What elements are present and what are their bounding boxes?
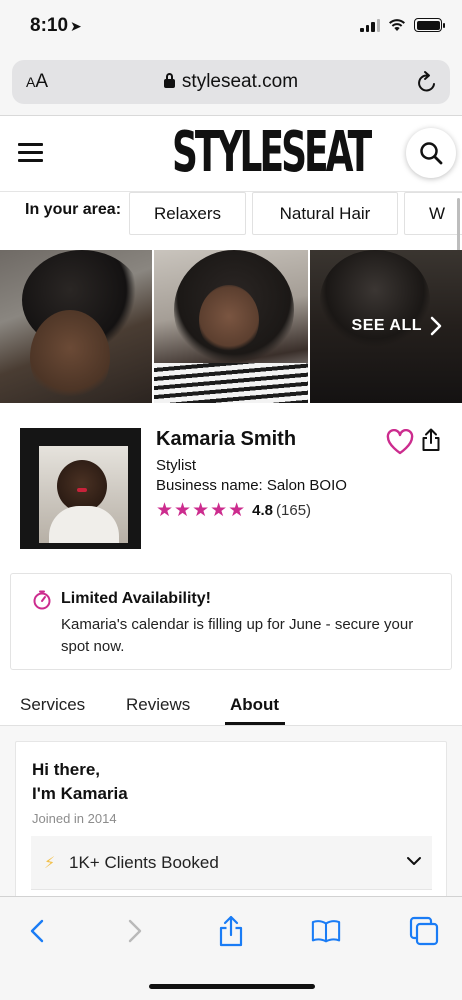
status-time: 8:10 ➤	[30, 15, 82, 37]
book-icon	[311, 920, 341, 943]
share-icon	[219, 915, 243, 947]
share-icon[interactable]	[421, 428, 441, 452]
back-button[interactable]	[22, 915, 52, 947]
clock-text: 8:10	[30, 15, 69, 36]
lock-icon	[163, 73, 175, 88]
gallery-photo-1[interactable]	[0, 250, 153, 403]
availability-message: Kamaria's calendar is filling up for Jun…	[61, 616, 414, 655]
joined-date: Joined in 2014	[32, 811, 117, 826]
url-text: styleseat.com	[181, 71, 299, 92]
tabs-icon	[409, 916, 439, 946]
home-indicator	[149, 984, 315, 989]
photo-gallery[interactable]: SEE ALL	[0, 250, 462, 403]
area-filter-row: In your area: Relaxers Natural Hair W	[0, 192, 462, 250]
share-button[interactable]	[216, 915, 246, 947]
browser-toolbar	[0, 896, 462, 1000]
chevron-down-icon	[407, 857, 421, 865]
battery-icon	[414, 18, 445, 32]
site-header: STYLESEAT	[0, 116, 462, 192]
styleseat-logo[interactable]: STYLESEAT	[172, 104, 372, 203]
forward-chevron-icon	[128, 919, 142, 943]
menu-icon[interactable]	[18, 143, 43, 167]
status-icons	[360, 18, 445, 32]
location-arrow-icon: ➤	[70, 18, 82, 34]
clients-booked-accordion[interactable]: ⚡ 1K+ Clients Booked	[31, 836, 432, 890]
cellular-signal-icon	[360, 18, 380, 32]
reload-icon[interactable]	[416, 70, 438, 94]
clients-booked-label: 1K+ Clients Booked	[69, 853, 219, 872]
availability-banner: Limited Availability! Kamaria's calendar…	[10, 573, 452, 670]
star-rating-icon: ★★★★★	[156, 500, 247, 521]
chip-partial[interactable]: W	[404, 192, 462, 235]
chip-relaxers[interactable]: Relaxers	[129, 192, 246, 235]
review-count: (165)	[276, 502, 312, 519]
bookmarks-button[interactable]	[311, 915, 341, 947]
stylist-name: Kamaria Smith	[156, 428, 297, 450]
lightning-bolt-icon: ⚡	[44, 855, 56, 872]
avatar[interactable]	[20, 428, 141, 549]
area-label: In your area:	[25, 201, 122, 218]
see-all-label: SEE ALL	[351, 317, 422, 334]
back-chevron-icon	[30, 919, 44, 943]
address-bar[interactable]: AA styleseat.com	[12, 60, 450, 104]
stylist-role: Stylist	[156, 457, 197, 474]
tab-services[interactable]: Services	[20, 695, 85, 715]
profile-tabs: Services Reviews About	[0, 670, 462, 726]
active-tab-indicator	[225, 722, 285, 725]
see-all-link[interactable]: SEE ALL	[352, 316, 442, 336]
rating-summary[interactable]: ★★★★★ 4.8 (165)	[156, 499, 311, 522]
chip-natural-hair[interactable]: Natural Hair	[252, 192, 398, 235]
search-button[interactable]	[406, 128, 456, 178]
wifi-icon	[389, 19, 405, 31]
page-scrollbar	[457, 198, 460, 256]
rating-value: 4.8	[252, 502, 274, 519]
greeting-line-1: Hi there,	[32, 760, 101, 779]
stylist-profile: Kamaria Smith Stylist Business name: Sal…	[0, 403, 462, 573]
about-card: Hi there, I'm Kamaria Joined in 2014 ⚡ 1…	[15, 741, 447, 901]
business-name: Business name: Salon BOIO	[156, 477, 347, 494]
chevron-right-icon	[430, 316, 442, 336]
gallery-photo-3[interactable]: SEE ALL	[309, 250, 462, 403]
availability-title: Limited Availability!	[61, 590, 211, 607]
url-display[interactable]: styleseat.com	[12, 71, 450, 93]
greeting-line-2: I'm Kamaria	[32, 784, 128, 803]
favorite-heart-icon[interactable]	[386, 429, 414, 455]
gallery-photo-2[interactable]	[154, 250, 308, 403]
search-icon	[420, 142, 443, 165]
timer-icon	[33, 590, 51, 610]
status-bar: 8:10 ➤	[0, 0, 462, 52]
tabs-button[interactable]	[409, 915, 439, 947]
forward-button[interactable]	[120, 915, 150, 947]
tab-reviews[interactable]: Reviews	[126, 695, 190, 715]
tab-about[interactable]: About	[230, 695, 279, 715]
